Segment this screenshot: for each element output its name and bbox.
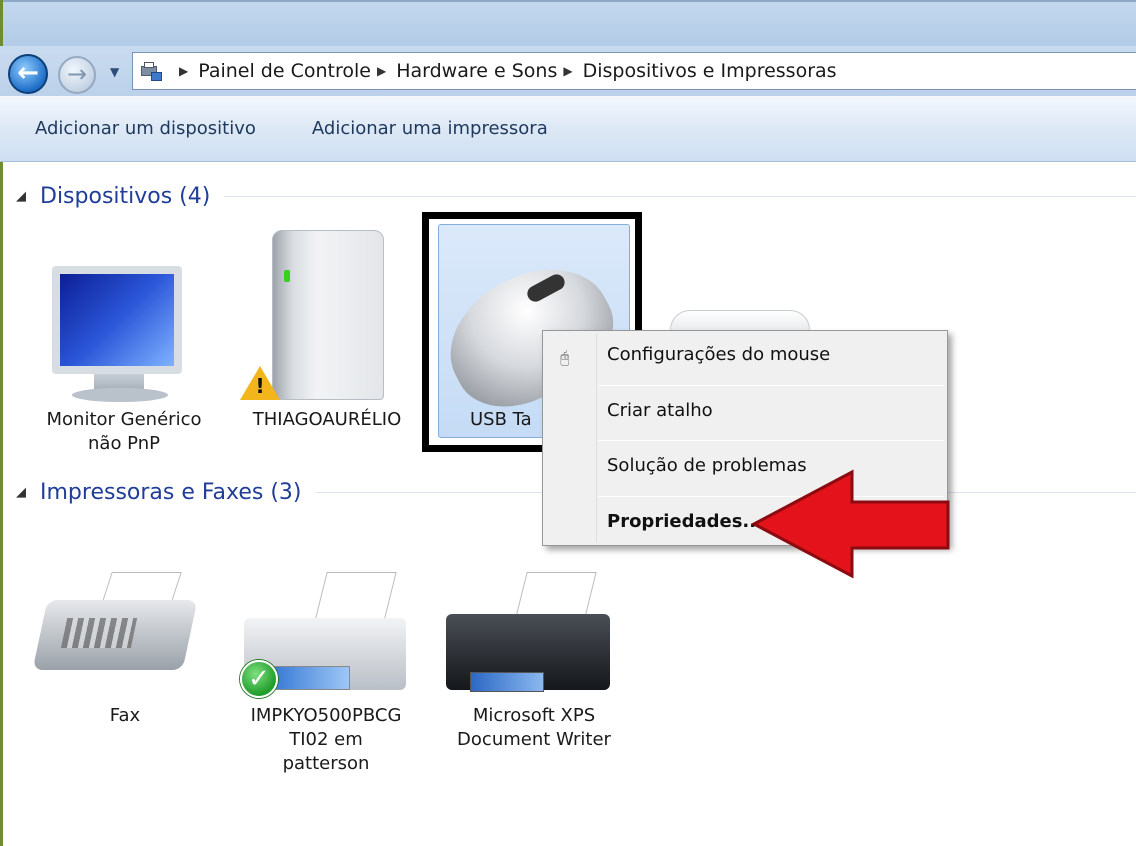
add-printer-button[interactable]: Adicionar uma impressora <box>312 118 548 139</box>
collapse-triangle-icon[interactable]: ◢ <box>16 189 26 204</box>
recent-pages-dropdown[interactable]: ▼ <box>110 65 126 81</box>
mouse-settings-icon: 🖰 <box>560 348 570 367</box>
breadcrumb-separator-icon[interactable]: ▶ <box>179 64 188 78</box>
menu-separator <box>598 385 944 386</box>
device-label: Monitor Genérico <box>46 409 202 430</box>
breadcrumb-separator-icon[interactable]: ▶ <box>563 64 572 78</box>
back-button[interactable]: ← <box>8 54 48 94</box>
menu-separator <box>598 440 944 441</box>
printer-label: Microsoft XPS <box>472 705 596 726</box>
printer-tray <box>470 672 544 692</box>
group-title-printers: Impressoras e Faxes (3) <box>40 480 302 505</box>
breadcrumb-painel-de-controle[interactable]: Painel de Controle <box>198 60 371 82</box>
printer-label-line2: Document Writer <box>457 729 611 750</box>
forward-button[interactable]: → <box>58 56 96 94</box>
device-label-line2: não PnP <box>88 433 160 454</box>
monitor-base <box>72 388 168 402</box>
device-label: THIAGOAURÉLIO <box>252 409 402 430</box>
printer-label: Fax <box>109 705 141 726</box>
default-printer-check-icon: ✓ <box>240 660 278 698</box>
window-titlebar <box>0 0 1136 46</box>
menu-item-properties[interactable]: Propriedades... <box>607 511 763 532</box>
menu-item-create-shortcut[interactable]: Criar atalho <box>607 400 713 421</box>
breadcrumb-dispositivos-e-impressoras[interactable]: Dispositivos e Impressoras <box>583 60 837 82</box>
group-header-devices[interactable]: ◢ Dispositivos (4) <box>16 184 1136 209</box>
annotation-arrow-icon <box>750 469 950 579</box>
devices-printers-icon <box>139 60 163 82</box>
address-bar[interactable]: ▶ Painel de Controle ▶ Hardware e Sons ▶… <box>132 52 1136 90</box>
command-bar: Adicionar um dispositivo Adicionar uma i… <box>0 96 1136 162</box>
breadcrumb-separator-icon[interactable]: ▶ <box>377 64 386 78</box>
printer-tray <box>274 666 350 690</box>
power-led <box>284 270 290 282</box>
add-device-button[interactable]: Adicionar um dispositivo <box>35 118 256 139</box>
printer-label-line2: TI02 em <box>289 729 363 750</box>
computer-tower-icon <box>272 230 384 400</box>
breadcrumb-hardware-e-sons[interactable]: Hardware e Sons <box>396 60 557 82</box>
group-divider <box>224 196 1136 197</box>
fax-keypad <box>60 618 138 648</box>
device-label: USB Ta <box>470 409 532 430</box>
collapse-triangle-icon[interactable]: ◢ <box>16 485 26 500</box>
monitor-icon <box>52 266 182 374</box>
printer-label-line3: patterson <box>282 753 370 774</box>
menu-item-mouse-settings[interactable]: Configurações do mouse <box>607 344 830 365</box>
context-menu-gutter <box>596 333 597 543</box>
group-title-devices: Dispositivos (4) <box>40 184 211 209</box>
printer-label: IMPKYO500PBCG <box>250 705 402 726</box>
